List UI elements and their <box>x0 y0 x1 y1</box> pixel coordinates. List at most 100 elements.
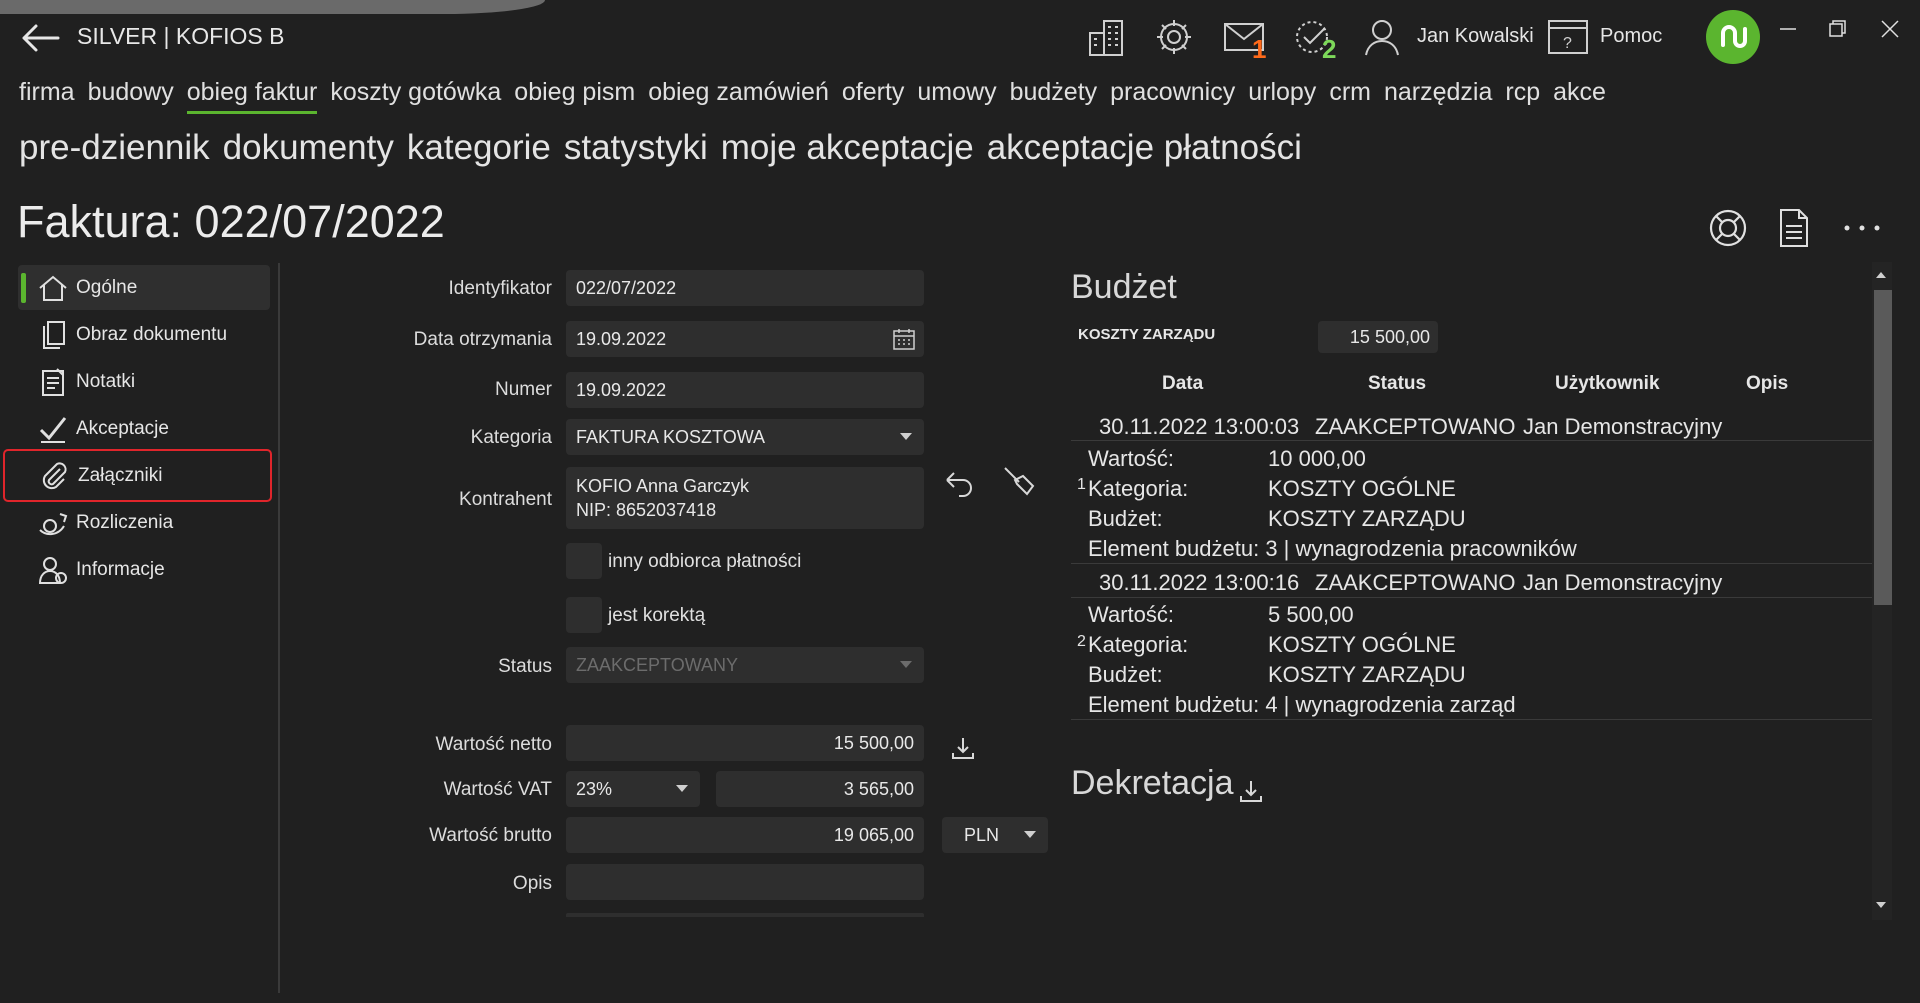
jest-korekta-checkbox[interactable] <box>566 597 602 633</box>
header-status: Status <box>1368 373 1427 394</box>
nav-item-rcp[interactable]: rcp <box>1505 78 1540 114</box>
budget-heading: Budżet <box>1071 268 1177 306</box>
kontrahent-field[interactable]: KOFIO Anna Garczyk NIP: 8652037418 <box>566 467 924 529</box>
scrollbar-thumb[interactable] <box>1874 290 1892 605</box>
nav-item-narzedzia[interactable]: narzędzia <box>1384 78 1492 114</box>
nav-item-obieg-pism[interactable]: obieg pism <box>514 78 635 114</box>
restore-window-icon[interactable] <box>1818 14 1858 44</box>
entry-2-user: Jan Demonstracyjny <box>1523 570 1723 595</box>
sidebar-item-akceptacje[interactable]: Akceptacje <box>18 406 270 451</box>
next-field-edge <box>566 913 924 917</box>
sub-navigation: pre-dziennik dokumenty kategorie statyst… <box>19 128 1315 168</box>
row-separator <box>1071 563 1873 564</box>
subnav-item-pre-dziennik[interactable]: pre-dziennik <box>19 128 210 168</box>
header-opis: Opis <box>1746 373 1789 394</box>
nav-item-pracownicy[interactable]: pracownicy <box>1110 78 1235 114</box>
help-label[interactable]: Pomoc <box>1600 25 1662 48</box>
subnav-item-dokumenty[interactable]: dokumenty <box>223 128 394 168</box>
entry-2-kategoria-label: Kategoria: <box>1088 632 1189 657</box>
opis-label: Opis <box>512 873 552 894</box>
nav-item-crm[interactable]: crm <box>1329 78 1371 114</box>
more-options-icon[interactable] <box>1838 203 1886 253</box>
undo-select-icon[interactable] <box>941 466 979 500</box>
entry-2-budzet-label: Budżet: <box>1088 662 1163 687</box>
nav-item-obieg-faktur[interactable]: obieg faktur <box>186 78 318 114</box>
sidebar-item-notatki[interactable]: Notatki <box>18 359 270 404</box>
netto-field[interactable]: 15 500,00 <box>566 725 924 761</box>
document-report-icon[interactable] <box>1770 203 1818 253</box>
nav-item-obieg-zamowien[interactable]: obieg zamówień <box>648 78 829 114</box>
brutto-field[interactable]: 19 065,00 <box>566 817 924 853</box>
nav-item-firma[interactable]: firma <box>19 78 75 114</box>
entry-1-status: ZAAKCEPTOWANO <box>1315 414 1516 439</box>
kategoria-label: Kategoria <box>470 427 552 448</box>
nav-item-urlopy[interactable]: urlopy <box>1248 78 1316 114</box>
chevron-down-icon <box>900 433 912 440</box>
svg-text:?: ? <box>1563 35 1572 52</box>
help-window-icon[interactable]: ? <box>1542 12 1594 62</box>
kategoria-select[interactable]: FAKTURA KOSZTOWA <box>566 419 924 455</box>
calendar-icon[interactable] <box>893 328 915 355</box>
clear-brush-icon[interactable] <box>1001 464 1039 502</box>
nav-item-budzety[interactable]: budżety <box>1010 78 1098 114</box>
mail-icon[interactable]: 1 <box>1218 12 1270 64</box>
subnav-item-moje-akceptacje[interactable]: moje akceptacje <box>721 128 974 168</box>
building-icon[interactable] <box>1080 12 1132 62</box>
subnav-item-kategorie[interactable]: kategorie <box>407 128 551 168</box>
opis-field[interactable] <box>566 864 924 900</box>
entry-1-date: 30.11.2022 13:00:03 <box>1099 414 1300 439</box>
user-avatar-icon[interactable] <box>1356 12 1408 62</box>
home-icon <box>38 273 68 303</box>
sidebar-item-informacje[interactable]: Informacje <box>18 547 270 592</box>
scroll-up-arrow-icon[interactable] <box>1876 272 1886 278</box>
app-title: SILVER | KOFIOS B <box>77 23 285 49</box>
sidebar-item-obraz-dokumentu[interactable]: Obraz dokumentu <box>18 312 270 357</box>
page-title: Faktura: 022/07/2022 <box>17 196 445 247</box>
vat-rate-select[interactable]: 23% <box>566 771 700 807</box>
identyfikator-field[interactable]: 022/07/2022 <box>566 270 924 306</box>
user-name[interactable]: Jan Kowalski <box>1417 25 1534 48</box>
identyfikator-label: Identyfikator <box>448 278 553 299</box>
minimize-window-icon[interactable] <box>1768 14 1808 44</box>
entry-1-budzet-label: Budżet: <box>1088 506 1163 531</box>
nav-item-akce[interactable]: akce <box>1553 78 1606 114</box>
sidebar-item-ogolne[interactable]: Ogólne <box>18 265 270 310</box>
sidebar-item-label: Obraz dokumentu <box>76 323 228 345</box>
kontrahent-nip: NIP: 8652037418 <box>576 499 717 520</box>
sidebar-item-zalaczniki[interactable]: Załączniki <box>3 449 272 502</box>
dekretacja-export-icon[interactable] <box>1238 778 1264 804</box>
back-arrow-icon[interactable] <box>18 20 62 56</box>
brutto-label: Wartość brutto <box>429 825 552 846</box>
entry-1-kategoria-label: Kategoria: <box>1088 476 1189 501</box>
entry-2-index: 2 <box>1077 633 1086 650</box>
row-separator <box>1071 719 1873 720</box>
subnav-item-akceptacje-platnosci[interactable]: akceptacje płatności <box>987 128 1302 168</box>
jest-korekta-label: jest korektą <box>608 605 706 626</box>
sidebar-item-label: Ogólne <box>76 276 138 298</box>
tasks-check-icon[interactable]: 2 <box>1288 12 1340 64</box>
status-value: ZAAKCEPTOWANY <box>576 654 739 675</box>
data-otrzymania-field[interactable]: 19.09.2022 <box>566 321 924 357</box>
header-user: Użytkownik <box>1555 373 1660 394</box>
currency-select[interactable]: PLN <box>942 817 1048 853</box>
nav-item-umowy[interactable]: umowy <box>917 78 996 114</box>
sidebar-item-label: Notatki <box>76 370 136 392</box>
paperclip-icon <box>40 461 70 491</box>
scroll-down-arrow-icon[interactable] <box>1876 902 1886 908</box>
sidebar-item-label: Rozliczenia <box>76 511 174 533</box>
nav-item-koszty-gotowka[interactable]: koszty gotówka <box>330 78 501 114</box>
subnav-item-statystyki[interactable]: statystyki <box>564 128 708 168</box>
export-icon[interactable] <box>950 735 976 761</box>
inny-odbiorca-checkbox[interactable] <box>566 543 602 579</box>
nav-item-oferty[interactable]: oferty <box>842 78 905 114</box>
status-select: ZAAKCEPTOWANY <box>566 647 924 683</box>
lifebuoy-help-icon[interactable] <box>1704 203 1752 253</box>
nav-item-budowy[interactable]: budowy <box>88 78 174 114</box>
settings-gear-icon[interactable] <box>1148 12 1200 62</box>
numer-field[interactable]: 19.09.2022 <box>566 372 924 408</box>
sidebar-item-rozliczenia[interactable]: Rozliczenia <box>18 500 270 545</box>
kontrahent-label: Kontrahent <box>459 489 552 510</box>
notes-icon <box>38 367 68 397</box>
vat-value-field[interactable]: 3 565,00 <box>716 771 924 807</box>
close-window-icon[interactable] <box>1870 14 1910 44</box>
